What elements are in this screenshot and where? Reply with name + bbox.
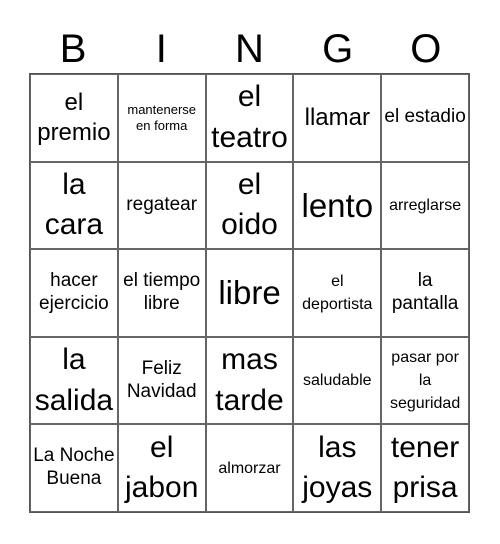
bingo-cell[interactable]: el tiempo libre xyxy=(117,249,206,337)
header-letter-n: N xyxy=(235,27,264,71)
header-letter-b: B xyxy=(59,27,87,71)
bingo-cell[interactable]: mantenerse en forma xyxy=(117,74,206,162)
header-letter-i: I xyxy=(155,27,167,71)
bingo-grid: el premio mantenerse en forma el teatro lla… xyxy=(29,73,470,513)
bingo-cell[interactable]: llamar xyxy=(293,74,382,162)
bingo-cell[interactable]: pasar por la seguridad xyxy=(381,336,469,425)
bingo-cell[interactable]: mas tarde xyxy=(205,336,294,425)
bingo-cell[interactable]: regatear xyxy=(117,161,206,250)
bingo-cell[interactable]: el jabon xyxy=(117,424,206,512)
bingo-cell[interactable]: el premio xyxy=(30,74,118,162)
bingo-cell[interactable]: saludable xyxy=(293,336,382,425)
header-letter-g: G xyxy=(322,27,354,71)
header-letter-o: O xyxy=(410,27,442,71)
bingo-header: B I N G O xyxy=(29,24,470,74)
bingo-cell[interactable]: Feliz Navidad xyxy=(117,336,206,425)
bingo-cell[interactable]: el estadio xyxy=(381,74,469,162)
bingo-cell[interactable]: almorzar xyxy=(205,424,294,512)
bingo-cell[interactable]: la pantalla xyxy=(381,249,469,337)
bingo-cell[interactable]: el deportista xyxy=(293,249,382,337)
bingo-cell[interactable]: el oido xyxy=(205,161,294,250)
bingo-cell[interactable]: arreglarse xyxy=(381,161,469,250)
bingo-cell[interactable]: la salida xyxy=(30,336,118,425)
bingo-cell[interactable]: la cara xyxy=(30,161,118,250)
bingo-cell[interactable]: el teatro xyxy=(205,74,294,162)
bingo-cell[interactable]: hacer ejercicio xyxy=(30,249,118,337)
bingo-cell[interactable]: tener prisa xyxy=(381,424,469,512)
bingo-cell[interactable]: La Noche Buena xyxy=(30,424,118,512)
bingo-cell[interactable]: lento xyxy=(293,161,382,250)
bingo-cell[interactable]: libre xyxy=(205,249,294,337)
bingo-cell[interactable]: las joyas xyxy=(293,424,382,512)
